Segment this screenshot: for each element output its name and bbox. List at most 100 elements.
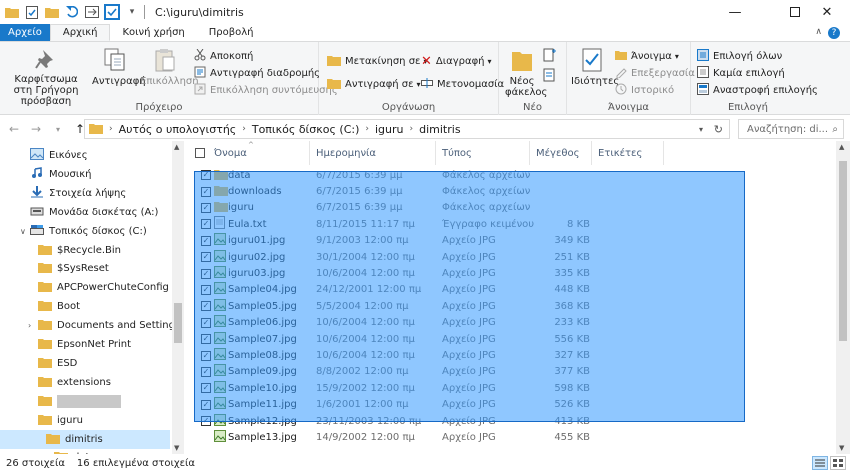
recent-locations-icon[interactable]: ▾ <box>50 125 66 134</box>
redo-quick-icon[interactable] <box>84 4 100 20</box>
header-name[interactable]: Όνομα ^ <box>186 141 310 165</box>
row-checkbox[interactable]: ✓ <box>201 284 211 295</box>
details-view-icon[interactable] <box>812 456 828 470</box>
file-row[interactable]: ✓ iguru02.jpg 30/1/2004 12:00 πμ Αρχείο JPG… <box>186 249 836 265</box>
copy-button[interactable]: Αντιγραφή <box>92 48 146 87</box>
history-button[interactable]: Ιστορικό <box>615 83 674 98</box>
pin-quick-access-button[interactable]: Καρφίτσωμα στη Γρήγορη πρόσβαση <box>4 48 88 107</box>
forward-arrow-icon[interactable]: → <box>28 122 44 136</box>
rename-button[interactable]: Μετονομασία <box>421 77 504 92</box>
copy-to-button[interactable]: Αντιγραφή σε ▾ <box>327 77 421 92</box>
checkbox-quick-icon[interactable] <box>104 4 120 20</box>
row-checkbox[interactable]: ✓ <box>201 170 211 181</box>
tab-share[interactable]: Κοινή χρήση <box>110 24 196 41</box>
nav-item[interactable]: APCPowerChuteConfig <box>0 278 170 297</box>
scroll-down-icon[interactable]: ▼ <box>174 444 179 452</box>
expand-chevron-icon[interactable]: › <box>28 321 31 330</box>
search-box[interactable]: Αναζήτηση: di... ⌕ <box>738 119 844 139</box>
file-row[interactable]: ✓ Sample09.jpg 8/8/2002 12:00 πμ Αρχείο JPG… <box>186 364 836 380</box>
row-checkbox[interactable]: ✓ <box>201 219 211 230</box>
select-all-button[interactable]: Επιλογή όλων <box>697 49 782 64</box>
row-checkbox[interactable]: ✓ <box>201 383 211 394</box>
nav-item[interactable]: $SysReset <box>0 259 170 278</box>
nav-item[interactable]: EpsonNet Print <box>0 335 170 354</box>
file-row[interactable]: ✓ Sample08.jpg 10/6/2004 12:00 πμ Αρχείο JP… <box>186 347 836 363</box>
nav-item[interactable]: ESD <box>0 354 170 373</box>
nav-item[interactable]: Εικόνες <box>0 146 170 165</box>
row-checkbox[interactable]: ✓ <box>201 268 211 279</box>
row-checkbox[interactable]: ✓ <box>201 202 211 213</box>
row-checkbox[interactable]: ✓ <box>201 350 211 361</box>
nav-item[interactable]: dimitris <box>0 429 170 449</box>
list-scrollbar[interactable]: ▲ ▼ <box>836 141 850 454</box>
nav-item[interactable]: Μονάδα δισκέτας (A:) <box>0 203 170 222</box>
breadcrumb-iguru[interactable]: iguru <box>375 123 404 136</box>
file-row[interactable]: ✓ Eula.txt 8/11/2015 11:17 πμ Έγγραφο κειμέ… <box>186 216 836 232</box>
breadcrumb-this-pc[interactable]: Αυτός ο υπολογιστής <box>119 123 237 136</box>
nav-item[interactable]: $Recycle.Bin <box>0 241 170 260</box>
header-date[interactable]: Ημερομηνία <box>310 141 436 165</box>
nav-item[interactable]: Στοιχεία λήψης <box>0 184 170 203</box>
file-row[interactable]: ✓ Sample07.jpg 10/6/2004 12:00 πμ Αρχείο JP… <box>186 331 836 347</box>
new-item-icon[interactable] <box>543 48 557 65</box>
breadcrumb-local-disk[interactable]: Τοπικός δίσκος (C:) <box>252 123 360 136</box>
new-folder-quick-icon[interactable] <box>44 4 60 20</box>
nav-item[interactable]: Boot <box>0 297 170 316</box>
file-row[interactable]: ✓ iguru03.jpg 10/6/2004 12:00 πμ Αρχείο JPG… <box>186 265 836 281</box>
address-dropdown-icon[interactable]: ▾ <box>699 125 703 134</box>
nav-item[interactable]: Documents and Settings › <box>0 316 180 335</box>
easy-access-icon[interactable] <box>543 68 557 85</box>
tab-view[interactable]: Προβολή <box>197 24 266 41</box>
move-to-button[interactable]: Μετακίνηση σε ▾ <box>327 54 427 69</box>
back-arrow-icon[interactable]: ← <box>6 122 22 136</box>
file-row[interactable]: ✓ Sample10.jpg 15/9/2002 12:00 πμ Αρχείο JP… <box>186 380 836 396</box>
file-row[interactable]: ✓ iguru 6/7/2015 6:39 μμ Φάκελος αρχείων <box>186 200 836 216</box>
nav-scrollbar[interactable]: ▲ ▼ <box>172 141 184 454</box>
paste-button[interactable]: Επικόλληση <box>140 48 199 87</box>
row-checkbox[interactable]: ✓ <box>201 399 211 410</box>
header-type[interactable]: Τύπος <box>436 141 530 165</box>
select-none-button[interactable]: Καμία επιλογή <box>697 66 785 81</box>
copy-path-button[interactable]: Αντιγραφή διαδρομής <box>194 66 320 81</box>
customize-quick-access-icon[interactable]: ▾ <box>124 4 140 20</box>
help-icon[interactable]: ? <box>828 27 840 39</box>
list-scroll-thumb[interactable] <box>839 161 847 341</box>
nav-item[interactable]: Τοπικός δίσκος (C:) ∨ <box>0 222 170 241</box>
nav-item[interactable]: iguru <box>0 411 170 430</box>
paste-shortcut-button[interactable]: Επικόλληση συντόμευσης <box>194 83 338 98</box>
minimize-button[interactable]: — <box>712 0 758 24</box>
file-row[interactable]: ✓ Sample04.jpg 24/12/2001 12:00 πμ Αρχείο J… <box>186 282 836 298</box>
file-row[interactable]: Sample13.jpg 14/9/2002 12:00 πμ Αρχείο JPG… <box>186 429 836 445</box>
file-row[interactable]: ✓ Sample12.jpg 23/11/2003 12:00 πμ Αρχείο J… <box>186 413 836 429</box>
close-button[interactable]: ✕ <box>804 0 850 24</box>
scroll-down-icon[interactable]: ▼ <box>839 444 844 452</box>
edit-button[interactable]: Επεξεργασία <box>615 66 695 81</box>
properties-button[interactable]: Ιδιότητες <box>571 48 619 87</box>
row-checkbox[interactable]: ✓ <box>201 334 211 345</box>
properties-quick-icon[interactable] <box>24 4 40 20</box>
open-button[interactable]: Άνοιγμα ▾ <box>615 49 679 64</box>
scroll-up-icon[interactable]: ▲ <box>839 143 844 151</box>
ribbon-collapse-icon[interactable]: ∧ <box>815 27 822 37</box>
file-row[interactable]: ✓ data 6/7/2015 6:39 μμ Φάκελος αρχείων <box>186 167 836 183</box>
header-tags[interactable]: Ετικέτες <box>592 141 664 165</box>
file-row[interactable]: ✓ Sample11.jpg 1/6/2001 12:00 πμ Αρχείο JPG… <box>186 397 836 413</box>
file-row[interactable]: ✓ Sample05.jpg 5/5/2004 12:00 πμ Αρχείο JPG… <box>186 298 836 314</box>
undo-quick-icon[interactable] <box>64 4 80 20</box>
breadcrumb-dimitris[interactable]: dimitris <box>419 123 460 136</box>
row-checkbox[interactable] <box>201 432 211 443</box>
row-checkbox[interactable]: ✓ <box>201 301 211 312</box>
expand-chevron-icon[interactable]: ∨ <box>20 227 26 236</box>
invert-selection-button[interactable]: Αναστροφή επιλογής <box>697 83 818 98</box>
nav-item[interactable]: Μουσική <box>0 165 170 184</box>
header-size[interactable]: Μέγεθος <box>530 141 592 165</box>
file-row[interactable]: ✓ Sample06.jpg 10/6/2004 12:00 πμ Αρχείο JP… <box>186 315 836 331</box>
row-checkbox[interactable]: ✓ <box>201 416 211 427</box>
new-folder-button[interactable]: Νέος φάκελος <box>505 48 547 98</box>
row-checkbox[interactable]: ✓ <box>201 186 211 197</box>
nav-item[interactable]: extensions <box>0 373 170 392</box>
cut-button[interactable]: Αποκοπή <box>194 48 253 64</box>
tab-home[interactable]: Αρχική <box>49 24 111 41</box>
large-icons-view-icon[interactable] <box>830 456 846 470</box>
refresh-icon[interactable]: ↻ <box>714 123 723 136</box>
